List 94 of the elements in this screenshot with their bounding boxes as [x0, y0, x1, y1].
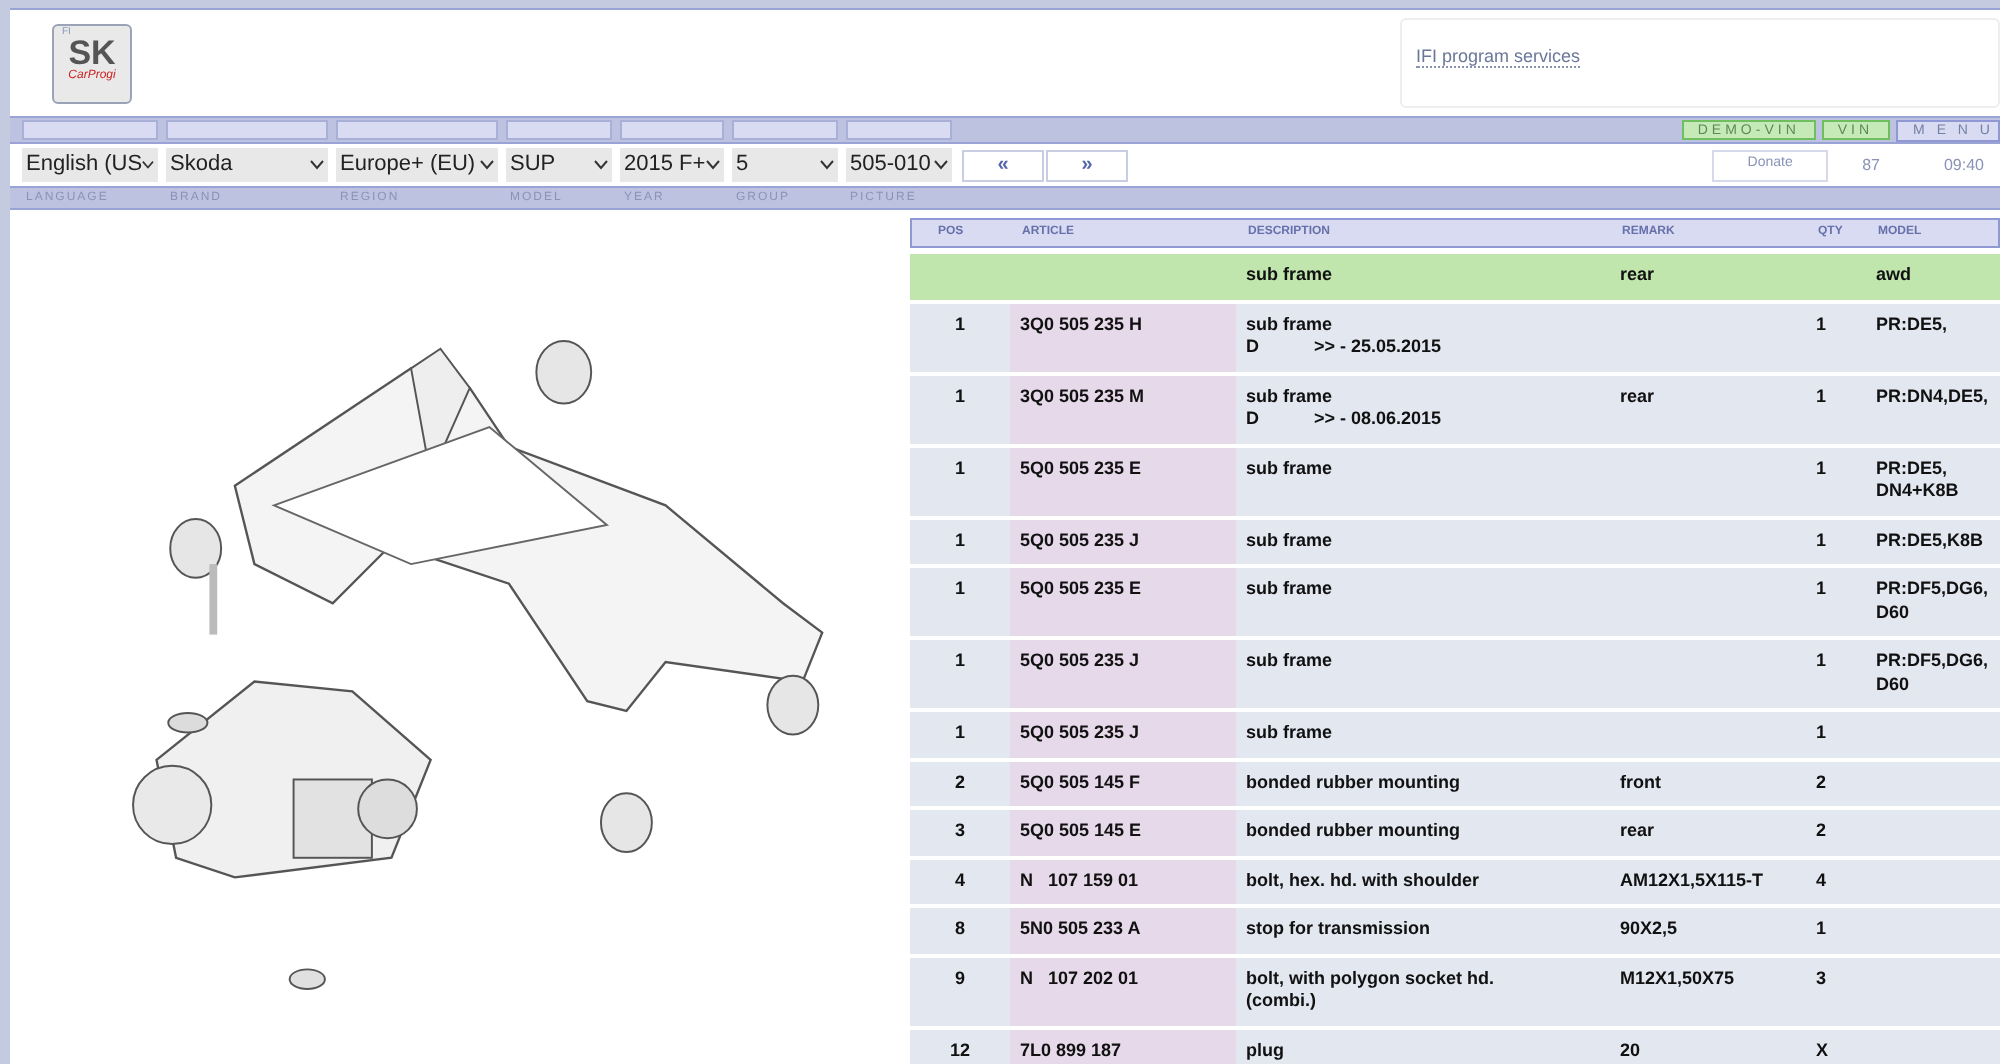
table-cell: 2: [954, 771, 965, 794]
table-cell-text: PR:DF5,DG6,: [1876, 650, 1991, 673]
article-number[interactable]: 3Q0 505 235 M: [1020, 385, 1145, 405]
table-cell: front: [1620, 771, 1661, 791]
logo-initials: SK: [68, 36, 116, 70]
article-number[interactable]: 5Q0 505 235 J: [1020, 650, 1140, 670]
table-cell-text: D: [1246, 336, 1261, 359]
counter: 87: [1862, 153, 1880, 177]
table-cell: 1: [954, 529, 965, 552]
dropdown[interactable]: Skoda: [166, 148, 328, 182]
chevron-icon: [594, 160, 608, 170]
table-cell-text: awd: [1876, 264, 1914, 287]
table-cell: 1: [1816, 529, 1827, 549]
table-cell: 1: [1816, 650, 1827, 670]
table-cell: 3: [1816, 967, 1827, 987]
table-cell: 1: [1816, 457, 1827, 477]
table-cell-text: (combi.): [1246, 990, 1318, 1013]
chevron-icon: [706, 160, 720, 170]
table-cell: 2: [1816, 771, 1827, 791]
table-cell: 2: [1816, 820, 1827, 840]
table-cell-text: bolt, with polygon socket hd.: [1246, 967, 1496, 990]
table-cell-text: sub frame: [1246, 650, 1335, 673]
selector-header: [620, 120, 724, 140]
table-cell: 1: [1816, 385, 1827, 405]
table-cell: rear: [1620, 820, 1655, 840]
table-cell: M12X1,50X75: [1620, 967, 1735, 987]
next-button[interactable]: »: [1046, 149, 1128, 181]
table-cell-text: 1: [954, 650, 965, 674]
article-number[interactable]: 3Q0 505 235 H: [1020, 313, 1143, 333]
selector-header: [732, 120, 838, 140]
dropdown[interactable]: 2015 F+: [620, 148, 724, 182]
table-cell-text: bonded rubber mounting: [1246, 820, 1462, 843]
table-cell-text: sub frame: [1246, 529, 1335, 552]
chevron-icon: [480, 160, 494, 170]
table-cell: 1: [1816, 722, 1827, 742]
table-cell: 8: [954, 918, 965, 941]
selector-header: [846, 120, 952, 140]
table-cell-text: 1: [954, 578, 965, 602]
article-number[interactable]: 5Q0 505 235 E: [1020, 578, 1142, 598]
table-cell-text: DN4+K8B: [1876, 480, 1961, 503]
chevron-icon: [934, 160, 948, 170]
table-cell: 20: [1620, 1039, 1641, 1059]
table-cell: 1: [1816, 918, 1827, 938]
table-cell: >> - 25.05.2015: [1314, 336, 1442, 359]
table-cell-text: PR:DE5,K8B: [1876, 529, 1986, 552]
dropdown[interactable]: 505-010: [846, 148, 952, 182]
table-cell-text: bonded rubber mounting: [1246, 771, 1462, 794]
table-cell: 1: [1816, 313, 1827, 333]
table-cell-text: sub frame: [1246, 264, 1335, 287]
chevron-icon: [820, 160, 834, 170]
table-cell-text: bolt, hex. hd. with shoulder: [1246, 869, 1481, 892]
table-cell: AM12X1,5X115-T: [1620, 869, 1764, 889]
info-link[interactable]: IFI program services: [1416, 46, 1581, 68]
table-cell-text: D: [1246, 408, 1261, 431]
chevron-icon: [310, 160, 324, 170]
table-cell: X: [1816, 1039, 1829, 1059]
table-cell: 3: [954, 820, 965, 843]
table-cell: rear: [1620, 385, 1655, 405]
table-cell: 1: [1816, 578, 1827, 598]
table-cell-text: sub frame: [1246, 313, 1335, 336]
dropdown[interactable]: English (US: [22, 148, 158, 182]
previous-button[interactable]: «: [962, 149, 1044, 181]
dropdown[interactable]: Europe+ (EU): [336, 148, 498, 182]
table-cell-text: D60: [1876, 673, 1912, 696]
table-cell-text: 1: [954, 385, 965, 409]
table-cell: 4: [1816, 869, 1827, 889]
table-cell-text: PR:DN4,DE5,: [1876, 385, 1991, 408]
article-number[interactable]: 5Q0 505 235 E: [1020, 457, 1142, 477]
table-cell: 1: [954, 722, 965, 745]
table-cell-text: D60: [1876, 601, 1912, 624]
table-cell-text: sub frame: [1246, 457, 1335, 480]
table-cell-text: sub frame: [1246, 722, 1335, 745]
table-cell-text: sub frame: [1246, 578, 1335, 601]
article-number[interactable]: N 107 202 01: [1020, 967, 1139, 987]
table-cell: 12: [949, 1039, 970, 1062]
dropdown[interactable]: 5: [732, 148, 838, 182]
clock-time: 09:40: [1943, 153, 1984, 177]
table-cell: rear: [1620, 264, 1655, 284]
dropdown[interactable]: SUP: [506, 148, 612, 182]
table-cell: 90X2,5: [1620, 918, 1678, 938]
table-cell-text: stop for transmission: [1246, 918, 1433, 941]
table-cell-text: sub frame: [1246, 385, 1335, 408]
table-cell-text: PR:DE5,: [1876, 457, 1950, 480]
table-cell-text: PR:DE5,: [1876, 313, 1950, 336]
table-cell-text: 1: [954, 457, 965, 481]
table-cell-text: 9: [954, 967, 965, 991]
table-cell: >> - 08.06.2015: [1314, 408, 1442, 431]
selector-header: [22, 120, 158, 140]
table-cell-text: PR:DF5,DG6,: [1876, 578, 1991, 601]
table-cell: 4: [954, 869, 965, 892]
table-cell-text: plug: [1246, 1039, 1286, 1062]
chevron-icon: [142, 160, 154, 170]
selector-header: [506, 120, 612, 140]
table-cell-text: 1: [954, 313, 965, 337]
